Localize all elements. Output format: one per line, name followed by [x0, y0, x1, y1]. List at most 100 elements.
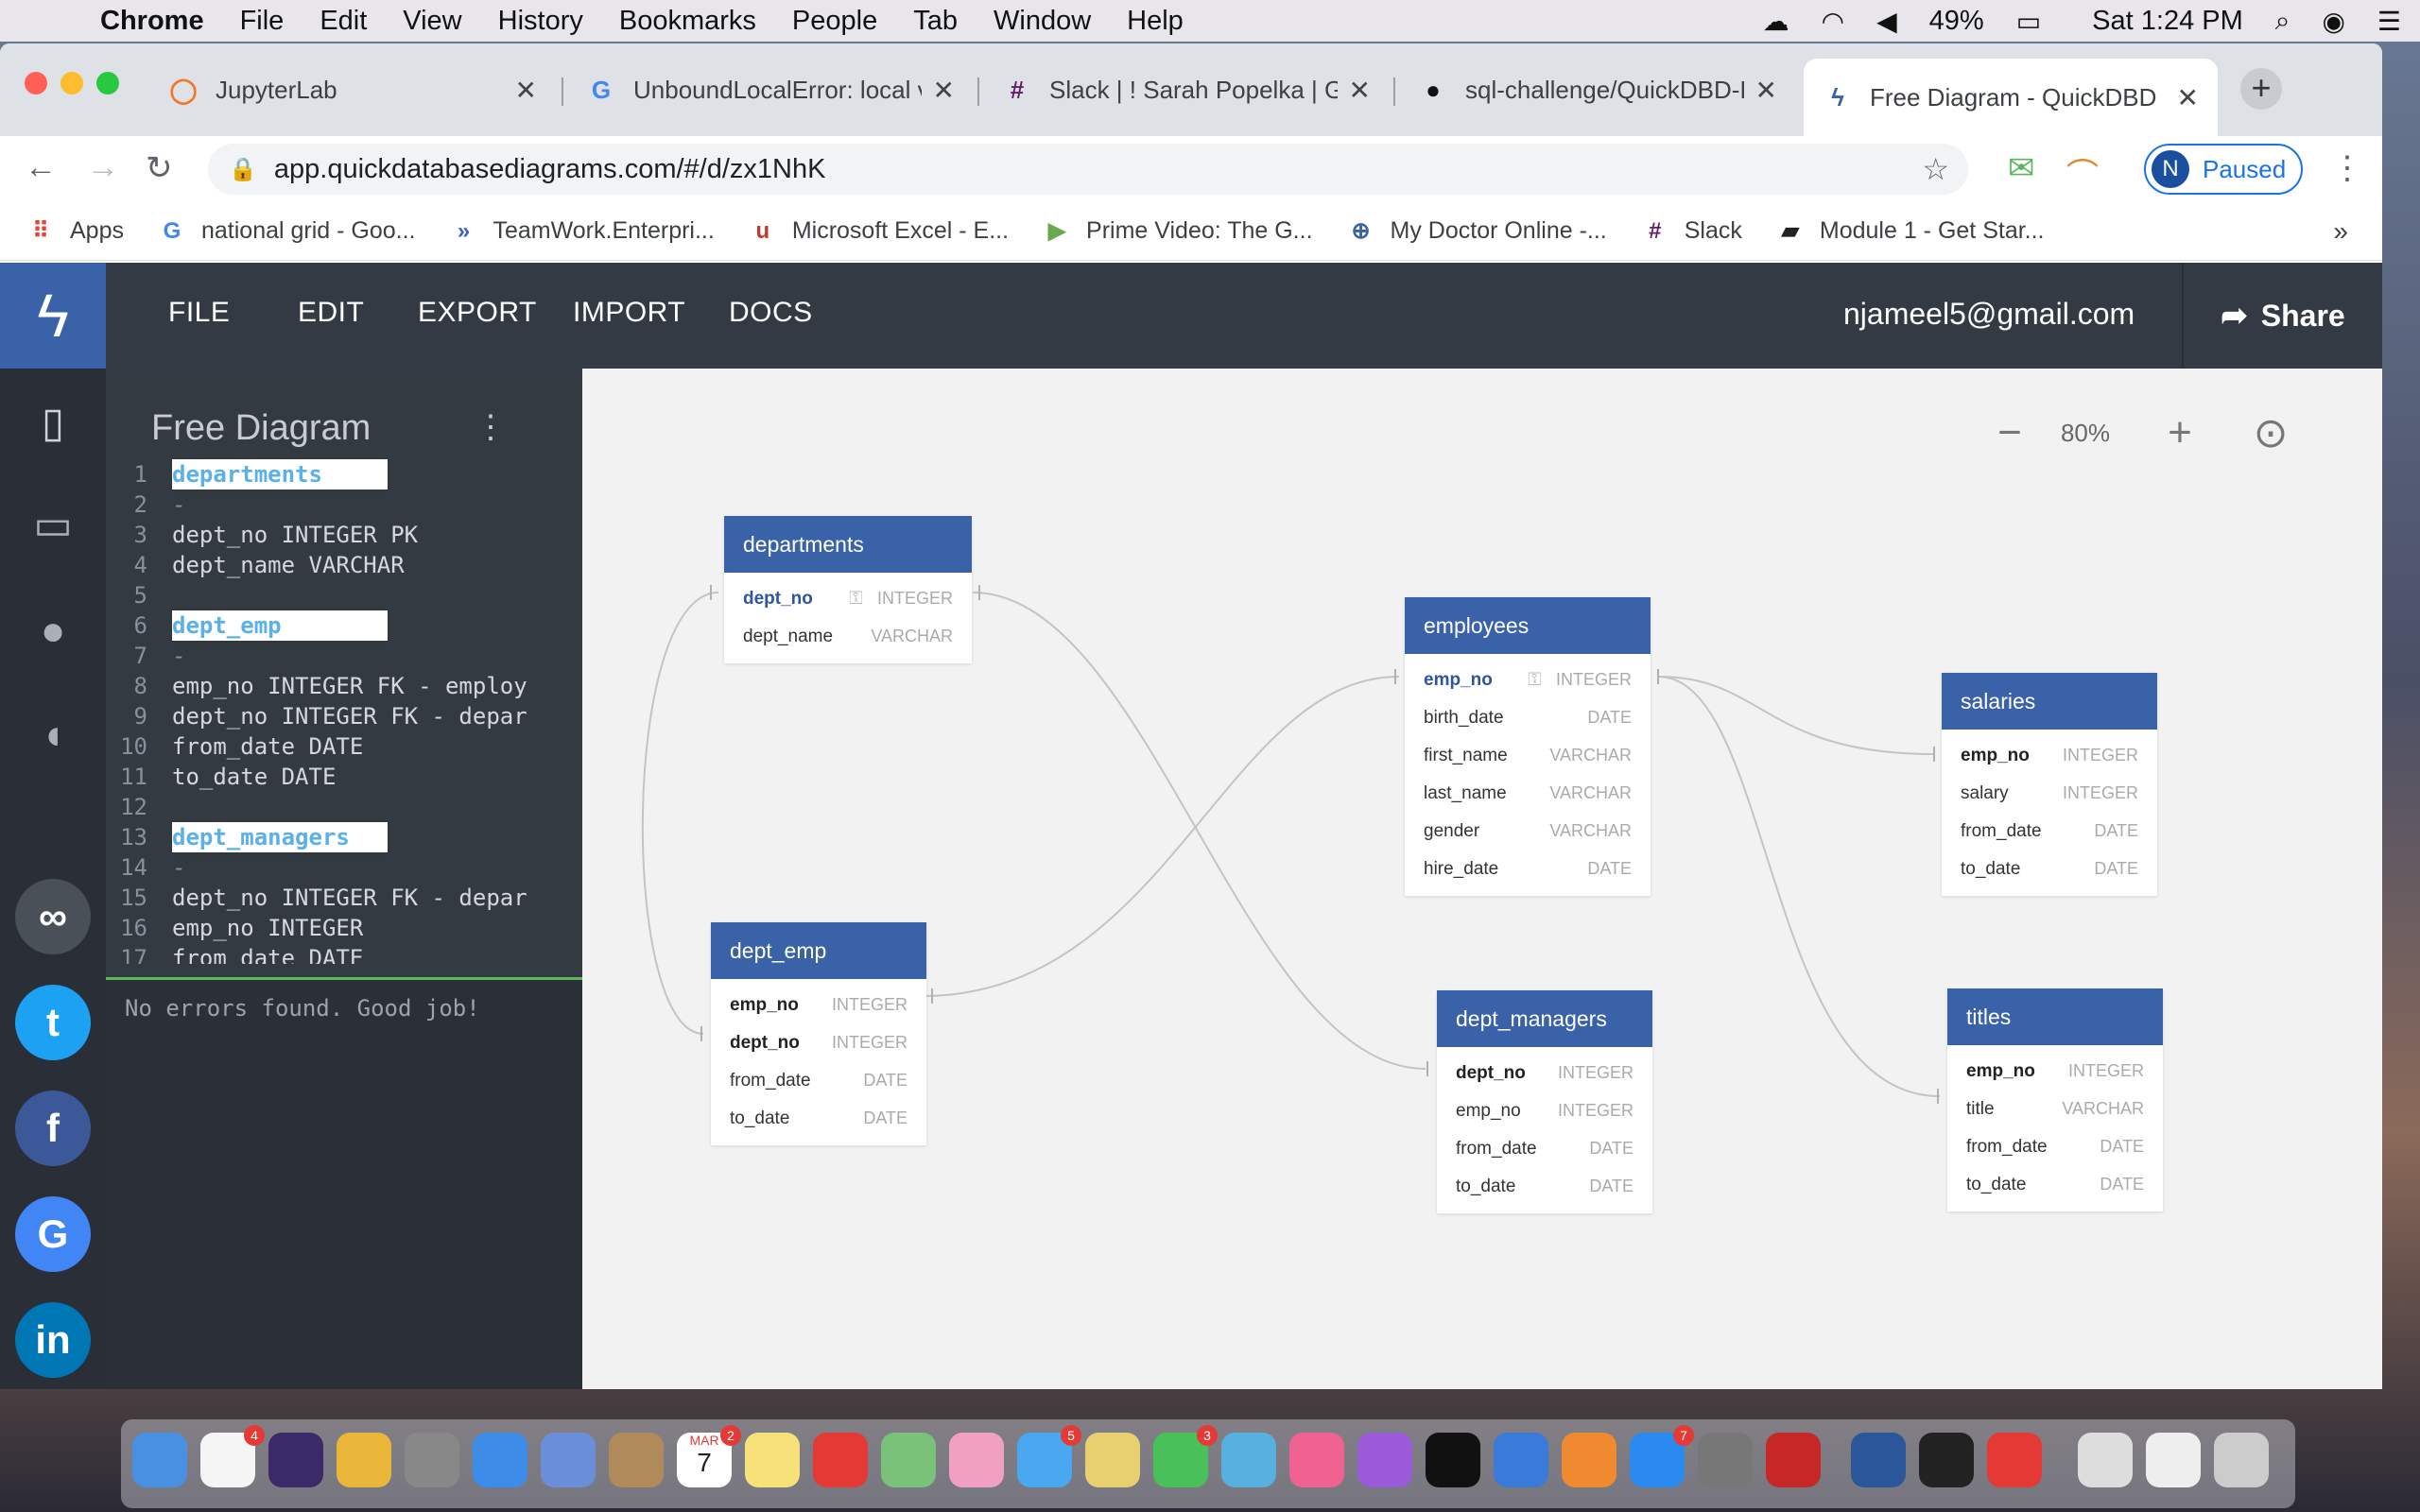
- siri-icon[interactable]: ◉: [2322, 6, 2344, 37]
- code-line[interactable]: 17 from_date DATE: [106, 943, 550, 964]
- keynote-icon[interactable]: [1494, 1433, 1548, 1487]
- more-options-icon[interactable]: ⋮: [475, 408, 507, 446]
- table-header[interactable]: titles: [1947, 988, 2163, 1045]
- table-dept-managers[interactable]: dept_managers dept_no INTEGER emp_no INTEGER…: [1437, 990, 1652, 1213]
- zoom-out-icon[interactable]: −: [1981, 409, 2038, 456]
- column-row[interactable]: from_date DATE: [1947, 1128, 2163, 1166]
- column-row[interactable]: dept_name VARCHAR: [724, 618, 972, 656]
- mail-bird-icon[interactable]: [541, 1433, 596, 1487]
- menu-chrome[interactable]: Chrome: [100, 6, 204, 37]
- folder-icon[interactable]: ▭: [26, 499, 79, 552]
- notification-center-icon[interactable]: ☰: [2377, 6, 2401, 37]
- code-line[interactable]: 15 dept_no INTEGER FK - depar: [106, 883, 550, 913]
- table-salaries[interactable]: salaries emp_no INTEGER salary INTEGER from_d…: [1942, 673, 2157, 896]
- close-tab-icon[interactable]: ✕: [2177, 82, 2199, 113]
- column-row[interactable]: to_date DATE: [1942, 850, 2157, 888]
- trash-icon[interactable]: [2214, 1433, 2269, 1487]
- close-tab-icon[interactable]: ✕: [933, 75, 955, 106]
- column-row[interactable]: salary INTEGER: [1942, 775, 2157, 813]
- column-row[interactable]: gender VARCHAR: [1405, 813, 1651, 850]
- tab-slack[interactable]: # Slack | ! Sarah Popelka | GW ✕: [983, 59, 1390, 121]
- chat-icon[interactable]: ◖: [26, 709, 79, 762]
- column-row[interactable]: emp_no ⚿ INTEGER: [1405, 662, 1651, 699]
- tab-quickdbd[interactable]: ϟ Free Diagram - QuickDBD ✕: [1804, 59, 2218, 136]
- diagram-canvas[interactable]: − 80% + ⊙ departments dept_no ⚿ INTEGER dep…: [582, 369, 2382, 1389]
- bookmark-module-1[interactable]: ▰ Module 1 - Get Star...: [1776, 217, 2045, 246]
- chrome-menu-icon[interactable]: ⋮: [2331, 149, 2363, 187]
- word-icon[interactable]: [1851, 1433, 1906, 1487]
- podcasts-icon[interactable]: [1357, 1433, 1412, 1487]
- table-titles[interactable]: titles emp_no INTEGER title VARCHAR from_date…: [1947, 988, 2163, 1211]
- bookmark-apps[interactable]: ⠿ Apps: [26, 217, 124, 246]
- code-line[interactable]: 12: [106, 792, 550, 822]
- minimize-window-button[interactable]: [60, 72, 83, 94]
- downloads-icon[interactable]: [2146, 1433, 2201, 1487]
- code-line[interactable]: 6 dept_emp: [106, 610, 550, 641]
- reminders-icon[interactable]: 4: [200, 1425, 265, 1487]
- code-line[interactable]: 13 dept_managers: [106, 822, 550, 852]
- column-row[interactable]: emp_no INTEGER: [1437, 1092, 1652, 1130]
- calendar-icon[interactable]: MAR 7 2: [677, 1425, 741, 1487]
- forward-arrow-icon[interactable]: →: [87, 149, 119, 186]
- menu-file[interactable]: FILE: [168, 297, 230, 329]
- menu-file[interactable]: File: [240, 6, 285, 37]
- notes-icon[interactable]: [745, 1433, 800, 1487]
- bookmarks-overflow-icon[interactable]: »: [2333, 216, 2348, 247]
- photos-icon[interactable]: [949, 1433, 1004, 1487]
- center-target-icon[interactable]: ⊙: [2242, 409, 2299, 457]
- launchpad-icon[interactable]: [405, 1433, 459, 1487]
- close-window-button[interactable]: [25, 72, 47, 94]
- airmail-icon[interactable]: [1987, 1433, 2042, 1487]
- back-arrow-icon[interactable]: ←: [25, 149, 57, 186]
- code-line[interactable]: 5: [106, 580, 550, 610]
- table-employees[interactable]: employees emp_no ⚿ INTEGER birth_date DATE fi…: [1405, 597, 1651, 896]
- twitter-icon[interactable]: t: [15, 985, 91, 1060]
- link-icon[interactable]: ∞: [15, 879, 91, 954]
- chrome-icon[interactable]: [337, 1433, 391, 1487]
- menu-history[interactable]: History: [498, 6, 583, 37]
- code-line[interactable]: 2-: [106, 490, 550, 520]
- reload-icon[interactable]: ↻: [146, 149, 173, 187]
- column-row[interactable]: emp_no INTEGER: [1947, 1053, 2163, 1091]
- table-dept-emp[interactable]: dept_emp emp_no INTEGER dept_no INTEGER from_…: [711, 922, 926, 1145]
- linkedin-icon[interactable]: in: [15, 1302, 91, 1378]
- menu-edit[interactable]: Edit: [320, 6, 367, 37]
- extension-rainbow-icon[interactable]: ⌒: [2066, 149, 2099, 196]
- spotlight-search-icon[interactable]: ⌕: [2275, 6, 2290, 37]
- user-email[interactable]: njameel5@gmail.com: [1843, 297, 2135, 332]
- preview-icon[interactable]: [1085, 1433, 1140, 1487]
- table-header[interactable]: salaries: [1942, 673, 2157, 730]
- menu-help[interactable]: Help: [1127, 6, 1184, 37]
- menu-tab[interactable]: Tab: [913, 6, 958, 37]
- facetime-icon[interactable]: 3: [1153, 1425, 1218, 1487]
- system-preferences-icon[interactable]: [1698, 1433, 1753, 1487]
- code-line[interactable]: 10 from_date DATE: [106, 731, 550, 762]
- facebook-icon[interactable]: f: [15, 1091, 91, 1166]
- bookmark-star-icon[interactable]: ☆: [1922, 151, 1949, 187]
- close-tab-icon[interactable]: ✕: [515, 75, 537, 106]
- profile-button[interactable]: N Paused: [2144, 144, 2303, 195]
- battery-icon[interactable]: ▭: [2016, 6, 2041, 37]
- table-header[interactable]: departments: [724, 516, 972, 573]
- table-departments[interactable]: departments dept_no ⚿ INTEGER dept_name VARC…: [724, 516, 972, 663]
- column-row[interactable]: dept_no INTEGER: [711, 1024, 926, 1062]
- siri-icon[interactable]: [268, 1433, 323, 1487]
- column-row[interactable]: dept_no ⚿ INTEGER: [724, 580, 972, 618]
- share-button[interactable]: ➦ Share: [2182, 263, 2382, 369]
- document-stack-icon[interactable]: [2078, 1433, 2133, 1487]
- app-store-icon[interactable]: 7: [1630, 1425, 1694, 1487]
- column-row[interactable]: dept_no INTEGER: [1437, 1055, 1652, 1092]
- column-row[interactable]: emp_no INTEGER: [1942, 737, 2157, 775]
- maps-icon[interactable]: [881, 1433, 936, 1487]
- code-line[interactable]: 7-: [106, 641, 550, 671]
- menu-import[interactable]: IMPORT: [573, 297, 685, 329]
- google-icon[interactable]: G: [15, 1196, 91, 1272]
- bookmark-excel[interactable]: u Microsoft Excel - E...: [749, 217, 1009, 246]
- bookmark-my-doctor[interactable]: ⊕ My Doctor Online -...: [1347, 217, 1606, 246]
- column-row[interactable]: from_date DATE: [1942, 813, 2157, 850]
- apple-tv-icon[interactable]: [1426, 1433, 1480, 1487]
- menu-people[interactable]: People: [792, 6, 877, 37]
- column-row[interactable]: to_date DATE: [1437, 1168, 1652, 1206]
- table-header[interactable]: dept_emp: [711, 922, 926, 979]
- acrobat-icon[interactable]: [1766, 1433, 1821, 1487]
